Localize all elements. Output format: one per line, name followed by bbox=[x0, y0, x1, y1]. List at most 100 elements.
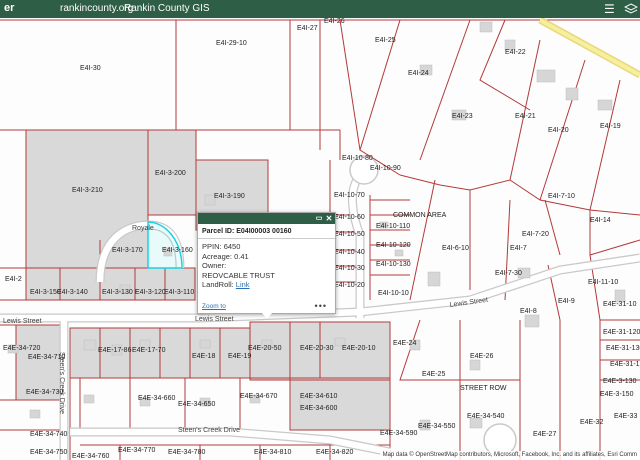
parcel-label[interactable]: E4I-3-110 bbox=[164, 289, 194, 296]
map-attribution: Map data © OpenStreetMap contributors, M… bbox=[379, 451, 640, 460]
parcel-label[interactable]: E4E-31-120 bbox=[603, 329, 640, 336]
parcel-label[interactable]: E4E-17-86 bbox=[98, 347, 132, 354]
parcel-label[interactable]: E4E-20-10 bbox=[342, 345, 376, 352]
parcel-label[interactable]: E4E-34-820 bbox=[316, 449, 353, 456]
parcel-label[interactable]: E4I-24 bbox=[408, 70, 429, 77]
parcel-label[interactable]: E4I-3-170 bbox=[112, 247, 143, 254]
parcel-label[interactable]: E4I-26 bbox=[324, 18, 345, 25]
parcel-label[interactable]: E4I-2 bbox=[5, 276, 22, 283]
parcel-label[interactable]: E4I-10-110 bbox=[376, 223, 410, 230]
close-icon[interactable]: ✕ bbox=[325, 213, 333, 224]
parcel-label[interactable]: E4E-25 bbox=[422, 371, 445, 378]
parcel-label[interactable]: E4E-34-600 bbox=[300, 405, 337, 412]
ppin-value: 6450 bbox=[223, 242, 241, 251]
parcel-label[interactable]: E4E-34-660 bbox=[138, 395, 175, 402]
app-header: er rankincounty.org Rankin County GIS ☰ bbox=[0, 0, 640, 18]
parcel-label[interactable]: E4E-18 bbox=[192, 353, 215, 360]
parcel-label[interactable]: E4E-34-760 bbox=[72, 453, 109, 460]
parcel-label[interactable]: E4I-10-120 bbox=[376, 242, 411, 249]
layers-icon[interactable] bbox=[623, 2, 639, 16]
parcel-label[interactable]: E4I-10-80 bbox=[342, 155, 373, 162]
maximize-icon[interactable]: ▭ bbox=[315, 213, 323, 224]
street-label-royale: Royale bbox=[132, 225, 154, 232]
parcel-label[interactable]: E4I-10-30 bbox=[334, 265, 365, 272]
parcel-label[interactable]: E4E-26 bbox=[470, 353, 493, 360]
ppin-label: PPIN: bbox=[202, 242, 222, 251]
parcel-label[interactable]: E4I-3-140 bbox=[57, 289, 88, 296]
parcel-label[interactable]: E4E-19 bbox=[228, 353, 251, 360]
parcel-label[interactable]: E4I-7-30 bbox=[495, 270, 522, 277]
label-common-area: COMMON AREA bbox=[393, 212, 447, 219]
parcel-label[interactable]: E4I-3-200 bbox=[155, 170, 186, 177]
parcel-label[interactable]: E4E-34-720 bbox=[3, 345, 40, 352]
more-actions-button[interactable]: ••• bbox=[315, 301, 327, 311]
zoom-to-link[interactable]: Zoom to bbox=[202, 303, 226, 310]
popup-title: Parcel ID: E04I00003 00160 bbox=[198, 224, 335, 239]
parcel-label[interactable]: E4I-7-10 bbox=[548, 193, 575, 200]
parcel-label[interactable]: E4E-33 bbox=[614, 413, 637, 420]
parcel-label[interactable]: E4I-10-90 bbox=[370, 165, 401, 172]
parcel-label[interactable]: E4I-29-10 bbox=[216, 40, 247, 47]
parcel-label[interactable]: E4I-20 bbox=[548, 127, 569, 134]
parcel-label[interactable]: E4E-20-30 bbox=[300, 345, 334, 352]
parcel-label[interactable]: E4E-34-650 bbox=[178, 401, 215, 408]
parcel-label[interactable]: E4E-24 bbox=[393, 340, 416, 347]
ppin-row: PPIN: 6450 bbox=[202, 242, 331, 252]
parcel-label[interactable]: E4I-3-210 bbox=[72, 187, 103, 194]
parcel-label[interactable]: E4E-31-170 bbox=[610, 361, 640, 368]
rankin-gis-link[interactable]: Rankin County GIS bbox=[124, 3, 210, 14]
parcel-label[interactable]: E4E-27 bbox=[533, 431, 556, 438]
parcel-popup: ▭ ✕ Parcel ID: E04I00003 00160 PPIN: 645… bbox=[197, 212, 336, 319]
parcel-label[interactable]: E4I-3-130 bbox=[102, 289, 133, 296]
rankin-county-link[interactable]: rankincounty.org bbox=[60, 3, 133, 14]
parcel-label[interactable]: E4E-31-130 bbox=[606, 345, 640, 352]
menu-icon[interactable]: ☰ bbox=[604, 2, 618, 16]
parcel-label[interactable]: E4E-34-540 bbox=[467, 413, 504, 420]
parcel-label[interactable]: E4E-34-770 bbox=[118, 447, 155, 454]
street-label-steens-creek: Steen's Creek Drive bbox=[178, 427, 240, 434]
parcel-label[interactable]: E4I-8 bbox=[520, 308, 537, 315]
parcel-label[interactable]: E4I-27 bbox=[297, 25, 318, 32]
street-label-lewis-mid: Lewis Street bbox=[195, 316, 234, 323]
parcel-label[interactable]: E4I-22 bbox=[505, 49, 526, 56]
landroll-link[interactable]: Link bbox=[236, 280, 250, 289]
parcel-label[interactable]: E4I-10-20 bbox=[334, 282, 365, 289]
parcel-label[interactable]: E4I-3-160 bbox=[162, 247, 193, 254]
parcel-label[interactable]: E4E-20-50 bbox=[248, 345, 282, 352]
parcel-label[interactable]: E4E-32 bbox=[580, 419, 603, 426]
parcel-label[interactable]: E4I-10-10 bbox=[378, 290, 409, 297]
parcel-label[interactable]: E4E-17-70 bbox=[132, 347, 166, 354]
parcel-label[interactable]: E4I-10-70 bbox=[334, 192, 365, 199]
parcel-label[interactable]: E4I-30 bbox=[80, 65, 101, 72]
popup-pointer bbox=[262, 313, 272, 319]
parcel-label[interactable]: E4E-34-730 bbox=[26, 389, 63, 396]
parcel-label[interactable]: E4I-25 bbox=[375, 37, 396, 44]
parcel-label[interactable]: E4I-3-190 bbox=[214, 193, 245, 200]
parcel-label[interactable]: E4I-10-130 bbox=[376, 261, 411, 268]
parcel-label[interactable]: E4I-7-20 bbox=[522, 231, 549, 238]
parcel-label[interactable]: E4E-34-670 bbox=[240, 393, 277, 400]
parcel-label[interactable]: E4I-23 bbox=[452, 113, 473, 120]
parcel-label[interactable]: E4I-10-50 bbox=[334, 231, 365, 238]
parcel-label[interactable]: E4E-31-10 bbox=[603, 301, 637, 308]
parcel-label[interactable]: E4E-34-550 bbox=[418, 423, 455, 430]
parcel-label[interactable]: E4I-10-60 bbox=[334, 214, 365, 221]
parcel-label[interactable]: E4E-34-610 bbox=[300, 393, 337, 400]
parcel-label[interactable]: E4I-14 bbox=[590, 217, 611, 224]
parcel-label[interactable]: E4I-6-10 bbox=[442, 245, 469, 252]
parcel-label[interactable]: E4E-3-150 bbox=[600, 391, 634, 398]
parcel-label[interactable]: E4E-34-750 bbox=[30, 449, 67, 456]
parcel-label[interactable]: E4E-34-740 bbox=[30, 431, 67, 438]
parcel-label[interactable]: E4I-21 bbox=[515, 113, 536, 120]
parcel-label[interactable]: E4I-9 bbox=[558, 298, 575, 305]
parcel-label[interactable]: E4I-19 bbox=[600, 123, 621, 130]
popup-body: PPIN: 6450 Acreage: 0.41 Owner: REOVCABL… bbox=[198, 239, 335, 293]
parcel-label[interactable]: E4I-3-120 bbox=[135, 289, 166, 296]
parcel-label[interactable]: E4E-3-130 bbox=[603, 378, 637, 385]
parcel-label[interactable]: E4I-10-40 bbox=[334, 249, 365, 256]
parcel-label[interactable]: E4E-34-590 bbox=[380, 430, 417, 437]
parcel-label[interactable]: E4I-11-10 bbox=[588, 279, 618, 286]
parcel-label[interactable]: E4E-34-810 bbox=[254, 449, 291, 456]
parcel-label[interactable]: E4E-34-780 bbox=[168, 449, 205, 456]
parcel-label[interactable]: E4I-7 bbox=[510, 245, 527, 252]
